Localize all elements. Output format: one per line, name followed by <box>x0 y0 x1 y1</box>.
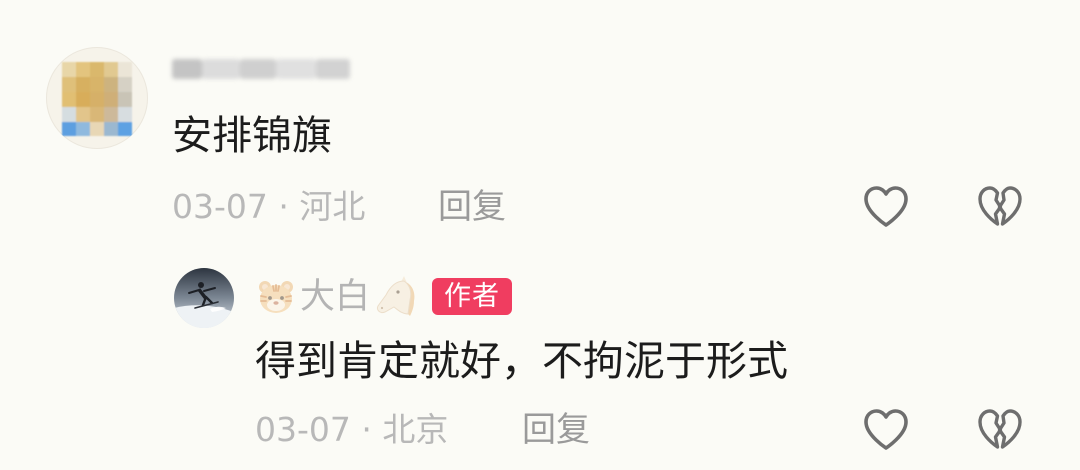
like-button[interactable] <box>862 185 910 229</box>
blur-block <box>240 59 276 79</box>
reply-button[interactable]: 回复 <box>522 410 590 450</box>
broken-heart-icon <box>978 409 1022 449</box>
heart-outline-icon <box>864 409 908 450</box>
author-avatar[interactable] <box>174 268 234 328</box>
comment-meta: 03-07 · 河北 <box>172 187 366 226</box>
reply-text: 得到肯定就好，不拘泥于形式 <box>255 337 788 385</box>
blur-block <box>316 59 350 79</box>
user-avatar[interactable] <box>46 47 148 149</box>
blur-block <box>202 59 240 79</box>
comment-text: 安排锦旗 <box>172 113 332 159</box>
blur-block <box>172 59 202 79</box>
dislike-button[interactable] <box>976 185 1024 229</box>
horse-face-emoji <box>374 276 418 318</box>
blurred-avatar-image <box>62 62 132 136</box>
skier-photo-image <box>174 268 234 328</box>
tiger-face-emoji <box>256 277 296 317</box>
author-username[interactable]: 大白 <box>300 275 370 319</box>
heart-outline-icon <box>864 186 908 227</box>
dislike-button[interactable] <box>976 408 1024 452</box>
author-badge: 作者 <box>432 278 512 315</box>
blur-block <box>276 59 316 79</box>
broken-heart-icon <box>978 186 1022 226</box>
username-blurred[interactable] <box>172 55 354 83</box>
like-button[interactable] <box>862 408 910 452</box>
reply-button[interactable]: 回复 <box>438 187 506 227</box>
reply-meta: 03-07 · 北京 <box>255 410 449 449</box>
